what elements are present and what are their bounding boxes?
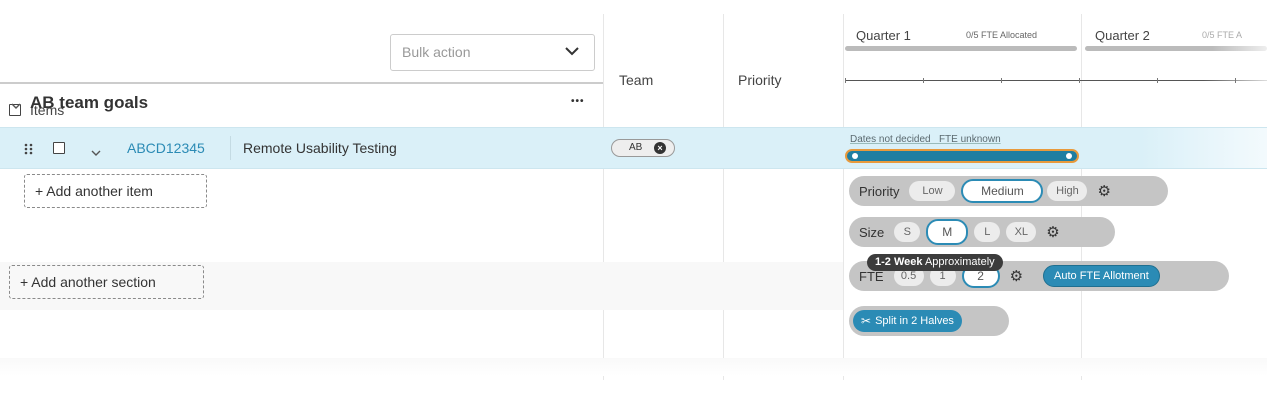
bulk-action-select[interactable]: Bulk action bbox=[390, 34, 595, 71]
timeline-bar[interactable] bbox=[845, 149, 1079, 163]
quarter-1-fte: 0/5 FTE Allocated bbox=[966, 30, 1038, 40]
fte-settings-gear-icon[interactable]: ⚙ bbox=[1010, 267, 1023, 285]
scale-tick bbox=[845, 78, 846, 83]
size-option-l[interactable]: L bbox=[974, 222, 1001, 242]
scale-tick bbox=[1235, 78, 1236, 83]
size-label: Size bbox=[859, 224, 885, 240]
split-in-halves-button[interactable]: ✂ Split in 2 Halves bbox=[853, 310, 962, 332]
size-option-m[interactable]: M bbox=[926, 219, 969, 245]
footer-row-bg bbox=[0, 358, 1267, 376]
row-checkbox[interactable] bbox=[53, 142, 65, 154]
table-row[interactable]: ABCD12345 Remote Usability Testing AB × … bbox=[0, 127, 1267, 169]
id-divider bbox=[230, 136, 231, 160]
scale-tick bbox=[1001, 78, 1002, 83]
expand-chevron-icon[interactable] bbox=[91, 144, 101, 162]
bar-start-handle[interactable] bbox=[852, 153, 858, 159]
priority-column-header[interactable]: Priority bbox=[738, 72, 782, 88]
size-tooltip: 1-2 Week Approximately bbox=[867, 254, 1003, 271]
size-settings-gear-icon[interactable]: ⚙ bbox=[1046, 223, 1059, 241]
item-title[interactable]: Remote Usability Testing bbox=[243, 140, 397, 156]
split-label: Split in 2 Halves bbox=[875, 315, 954, 327]
priority-option-low[interactable]: Low bbox=[909, 181, 956, 201]
bar-end-handle[interactable] bbox=[1066, 153, 1072, 159]
timeline-scale bbox=[845, 80, 1267, 81]
quarter-2-label: Quarter 2 bbox=[1095, 28, 1150, 43]
quarter-2-fte: 0/5 FTE A bbox=[1202, 30, 1243, 40]
drag-handle-icon[interactable] bbox=[24, 142, 33, 160]
tooltip-duration: 1-2 Week bbox=[875, 256, 923, 268]
col-divider-timeline bbox=[843, 14, 844, 380]
header-divider bbox=[0, 82, 603, 84]
collapse-chevron-icon[interactable] bbox=[11, 97, 21, 115]
size-option-xl[interactable]: XL bbox=[1006, 222, 1037, 242]
col-divider-priority bbox=[723, 14, 724, 380]
priority-settings-gear-icon[interactable]: ⚙ bbox=[1097, 182, 1110, 200]
item-id-link[interactable]: ABCD12345 bbox=[127, 140, 205, 156]
scissors-icon: ✂ bbox=[861, 314, 872, 328]
priority-option-medium[interactable]: Medium bbox=[961, 179, 1044, 203]
tooltip-qualifier: Approximately bbox=[922, 256, 995, 268]
auto-fte-allotment-button[interactable]: Auto FTE Allotment bbox=[1043, 265, 1160, 287]
size-control: Size S M L XL ⚙ bbox=[849, 217, 1115, 247]
remove-tag-icon[interactable]: × bbox=[654, 142, 666, 154]
split-control: ✂ Split in 2 Halves bbox=[849, 306, 1009, 336]
section-menu-button[interactable]: ••• bbox=[571, 96, 585, 107]
add-item-button[interactable]: + Add another item bbox=[24, 174, 207, 208]
quarter-2-capacity-bar bbox=[1085, 46, 1267, 51]
team-tag[interactable]: AB × bbox=[611, 139, 675, 157]
quarter-1-capacity-bar bbox=[845, 46, 1077, 51]
priority-label: Priority bbox=[859, 183, 900, 199]
team-tag-label: AB bbox=[629, 142, 643, 153]
scale-tick bbox=[1157, 78, 1158, 83]
add-section-button[interactable]: + Add another section bbox=[9, 265, 204, 299]
col-divider-team bbox=[603, 14, 604, 380]
quarter-1-label: Quarter 1 bbox=[856, 28, 911, 43]
scale-tick bbox=[1079, 78, 1080, 83]
timeline-note: Dates not decided FTE unknown bbox=[850, 134, 1001, 145]
priority-option-high[interactable]: High bbox=[1047, 181, 1088, 201]
chevron-down-icon bbox=[564, 44, 580, 63]
bulk-action-placeholder: Bulk action bbox=[402, 44, 471, 60]
priority-control: Priority Low Medium High ⚙ bbox=[849, 176, 1168, 206]
size-option-s[interactable]: S bbox=[894, 222, 921, 242]
section-title[interactable]: AB team goals bbox=[30, 93, 148, 113]
scale-tick bbox=[923, 78, 924, 83]
team-column-header[interactable]: Team bbox=[619, 72, 653, 88]
